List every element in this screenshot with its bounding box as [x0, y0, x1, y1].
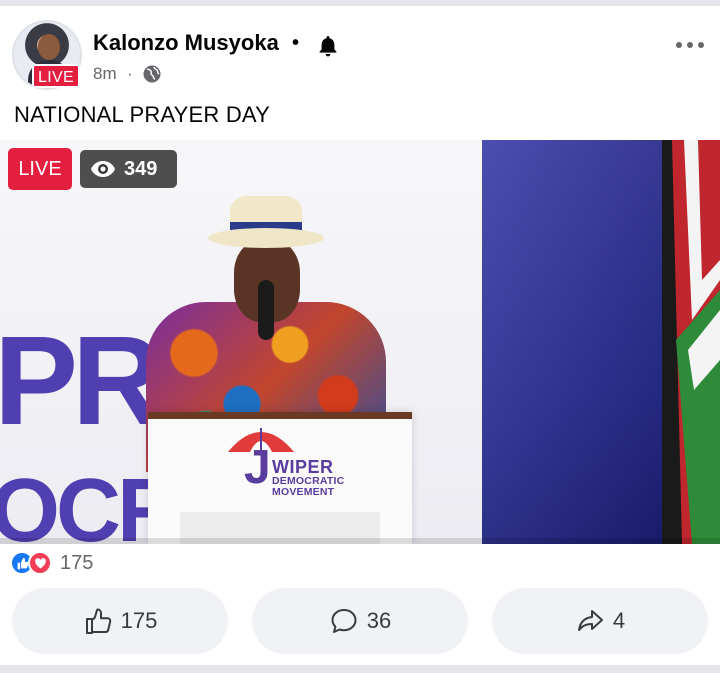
eye-icon — [91, 161, 115, 177]
more-dot — [676, 42, 682, 48]
comment-icon — [331, 609, 357, 633]
speaker-hat-brim — [208, 228, 324, 248]
post-time[interactable]: 8m — [93, 64, 117, 84]
thumbs-up-icon — [85, 608, 111, 634]
post-text: NATIONAL PRAYER DAY — [14, 102, 271, 127]
party-logo-initial: J — [244, 441, 271, 494]
viewer-count-badge: 349 — [80, 150, 177, 188]
more-dot — [687, 42, 693, 48]
share-button[interactable]: 4 — [492, 588, 708, 654]
banner-shading — [482, 140, 662, 544]
reactions-summary[interactable]: 175 — [10, 550, 93, 576]
viewer-count: 349 — [124, 157, 158, 180]
live-video[interactable]: PR OCR J WIPER DEMOCRATIC MOVEMENT — [0, 140, 720, 544]
party-logo-line2: DEMOCRATIC — [272, 475, 345, 487]
more-dot — [698, 42, 704, 48]
comment-count: 36 — [366, 608, 392, 633]
bottom-divider — [0, 665, 720, 673]
live-badge: LIVE — [8, 148, 72, 190]
party-logo-line1: WIPER — [272, 457, 334, 477]
more-horizontal-icon[interactable] — [676, 42, 708, 52]
post-header: LIVE Kalonzo Musyoka • 8m · — [0, 6, 720, 98]
meta-separator: · — [127, 64, 133, 83]
party-logo-text: WIPER DEMOCRATIC MOVEMENT — [272, 458, 344, 497]
party-logo-line3: MOVEMENT — [272, 485, 335, 498]
backdrop-letters: PR — [0, 310, 163, 451]
microphone — [258, 280, 274, 340]
reaction-count: 175 — [60, 551, 94, 574]
kenya-flag-graphic — [662, 140, 720, 544]
name-separator: • — [292, 32, 300, 54]
avatar-live-badge: LIVE — [32, 64, 80, 88]
share-arrow-icon — [577, 610, 603, 631]
video-progress-track[interactable] — [0, 538, 720, 544]
bell-icon[interactable] — [316, 34, 340, 58]
comment-button[interactable]: 36 — [252, 588, 468, 654]
avatar-face — [38, 34, 60, 60]
action-bar: 175 36 4 — [0, 588, 720, 658]
like-count: 175 — [120, 608, 158, 633]
globe-icon — [143, 65, 161, 83]
author-name[interactable]: Kalonzo Musyoka — [93, 30, 279, 56]
like-button[interactable]: 175 — [12, 588, 228, 654]
love-icon — [28, 551, 52, 575]
share-count: 4 — [612, 608, 626, 633]
